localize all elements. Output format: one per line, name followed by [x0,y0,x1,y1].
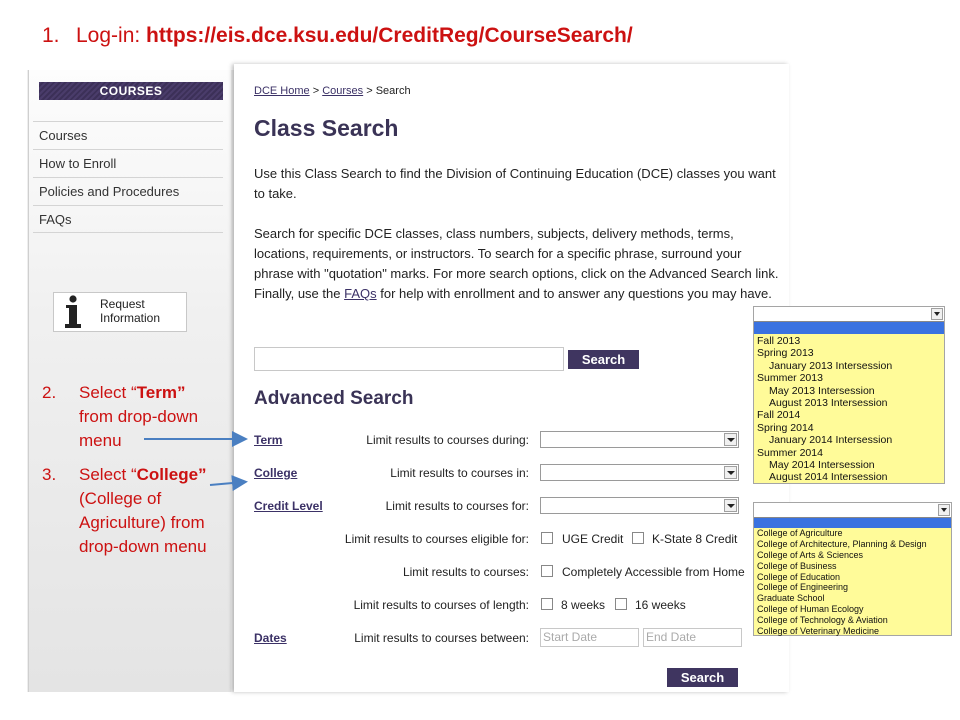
term-dropdown-head[interactable] [754,307,944,322]
college-dropdown-selected-blank[interactable] [754,518,951,528]
term-option[interactable]: Fall 2014 [754,409,944,421]
term-option[interactable]: Summer 2014 [754,447,944,459]
breadcrumb: DCE Home > Courses > Search [254,85,411,97]
college-option[interactable]: College of Engineering [754,582,951,593]
request-information-button[interactable]: Request Information [53,292,187,332]
college-option[interactable]: Graduate School [754,593,951,604]
annotation-arrows [144,431,248,492]
credit-level-link[interactable]: Credit Level [254,499,323,513]
breadcrumb-home-link[interactable]: DCE Home [254,85,310,97]
term-option[interactable]: Spring 2013 [754,347,944,359]
sidebar-item-courses[interactable]: Courses [33,121,223,149]
8-weeks-label: 8 weeks [561,598,606,612]
sidebar-header: COURSES [39,82,223,100]
request-information-label: Request Information [100,297,161,325]
term-option[interactable]: May 2014 Intersession [754,459,944,471]
college-arrow [209,475,248,492]
kstate8-credit-label: K-State 8 Credit [652,532,738,546]
chevron-down-icon [724,433,737,446]
credit-level-label: Limit results to courses for: [385,499,529,513]
search-button[interactable]: Search [568,350,639,369]
page-title: Class Search [254,115,399,141]
term-option[interactable]: January 2013 Intersession [754,360,944,372]
term-dropdown-selected-blank[interactable] [754,322,944,334]
end-date-input[interactable]: End Date [643,628,742,647]
login-url: https://eis.dce.ksu.edu/CreditReg/Course… [146,24,633,47]
term-options: Fall 2013 Spring 2013 January 2013 Interse… [754,335,944,484]
chevron-down-icon [938,504,950,516]
kstate8-credit-checkbox[interactable] [632,532,644,544]
sidebar-item-policies[interactable]: Policies and Procedures [33,177,223,205]
dates-label: Limit results to courses between: [354,631,529,645]
college-option[interactable]: College of Human Ecology [754,604,951,615]
start-date-input[interactable]: Start Date [540,628,639,647]
term-row: Term Limit results to courses during: [234,430,789,450]
info-icon [65,295,81,328]
instructions-text: Search for specific DCE classes, class n… [254,226,779,301]
term-label: Limit results to courses during: [366,433,529,447]
length-row: Limit results to courses of length: 8 we… [234,595,789,615]
college-dropdown-head[interactable] [754,503,951,518]
uge-credit-label: UGE Credit [562,532,624,546]
term-option[interactable]: Summer 2013 [754,372,944,384]
breadcrumb-courses-link[interactable]: Courses [322,85,363,97]
college-link[interactable]: College [254,466,297,480]
chevron-down-icon [724,499,737,512]
accessible-label: Limit results to courses: [402,565,529,579]
step-number: 1. [42,24,60,47]
accessible-checkbox[interactable] [541,565,553,577]
term-option[interactable]: January 2014 Intersession [754,434,944,446]
accessible-row: Limit results to courses: Completely Acc… [234,562,789,582]
term-select[interactable] [540,431,739,448]
term-option[interactable]: August 2013 Intersession [754,397,944,409]
16-weeks-checkbox[interactable] [615,598,627,610]
college-select[interactable] [540,464,739,481]
breadcrumb-current: Search [375,85,411,97]
college-option[interactable]: College of Arts & Sciences [754,550,951,561]
16-weeks-label: 16 weeks [635,598,686,612]
college-option[interactable]: College of Technology & Aviation [754,615,951,626]
advanced-search-button[interactable]: Search [667,668,738,687]
sidebar-item-how-to-enroll[interactable]: How to Enroll [33,149,223,177]
sidebar-item-faqs[interactable]: FAQs [33,205,223,233]
credit-level-select[interactable] [540,497,739,514]
college-dropdown-list: College of Agriculture College of Archite… [753,502,952,636]
college-option[interactable]: College of Education [754,572,951,583]
step-1-instruction: 1. Log-in: https://eis.dce.ksu.edu/Credit… [42,24,633,48]
chevron-down-icon [931,308,943,320]
dates-link[interactable]: Dates [254,631,287,645]
college-option[interactable]: College of Agriculture [754,528,951,539]
college-row: College Limit results to courses in: [234,463,789,483]
faqs-link[interactable]: FAQs [344,286,377,301]
chevron-down-icon [724,466,737,479]
term-link[interactable]: Term [254,433,282,447]
college-label: Limit results to courses in: [390,466,529,480]
term-dropdown-list: Fall 2013 Spring 2013 January 2013 Interse… [753,306,945,484]
college-option[interactable]: College of Business [754,561,951,572]
college-options: College of Agriculture College of Archite… [754,528,951,637]
college-option[interactable]: College of Veterinary Medicine [754,626,951,637]
step-prefix: Log-in: [76,24,147,47]
term-option[interactable]: Spring 2014 [754,422,944,434]
college-option[interactable]: College of Architecture, Planning & Desi… [754,539,951,550]
dates-row: Dates Limit results to courses between: … [234,628,789,648]
accessible-option-label: Completely Accessible from Home [562,565,745,579]
eligible-row: Limit results to courses eligible for: U… [234,529,789,549]
term-option[interactable]: May 2013 Intersession [754,385,944,397]
eligible-label: Limit results to courses eligible for: [344,532,529,546]
advanced-search-title: Advanced Search [254,388,414,409]
length-label: Limit results to courses of length: [353,598,529,612]
sidebar-nav: Courses How to Enroll Policies and Proce… [33,121,223,233]
uge-credit-checkbox[interactable] [541,532,553,544]
8-weeks-checkbox[interactable] [541,598,553,610]
credit-level-row: Credit Level Limit results to courses fo… [234,496,789,516]
term-option[interactable]: Fall 2013 [754,335,944,347]
intro-text: Use this Class Search to find the Divisi… [254,166,776,201]
main-content: DCE Home > Courses > Search Class Search… [234,64,789,692]
search-input[interactable] [254,347,564,371]
term-option[interactable]: August 2014 Intersession [754,471,944,483]
